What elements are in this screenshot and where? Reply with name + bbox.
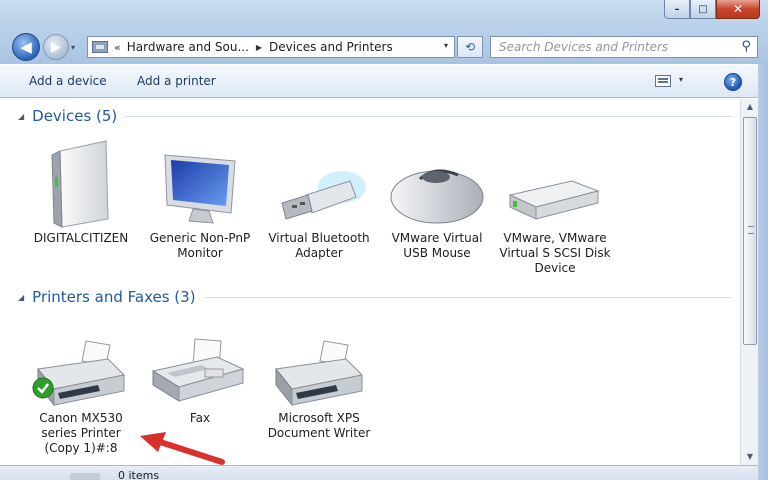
printer-item[interactable]: Microsoft XPS Document Writer — [262, 315, 376, 441]
close-icon: ✕ — [732, 2, 744, 16]
control-panel-icon — [92, 41, 108, 53]
printer-icon — [275, 340, 364, 407]
bluetooth-adapter-icon — [281, 171, 366, 220]
device-label: VMware, VMware Virtual S SCSI Disk Devic… — [499, 231, 611, 275]
hard-disk-icon — [508, 180, 600, 220]
minimize-button[interactable]: – — [664, 0, 690, 19]
close-button[interactable]: ✕ — [716, 0, 760, 19]
maximize-icon: □ — [698, 3, 708, 15]
search-input[interactable] — [499, 40, 727, 54]
annotation-arrow-icon — [140, 432, 225, 465]
devices-pane: ◢ Devices (5) DIGITALCITIZEN Generic Non… — [0, 99, 740, 465]
group-title-devices: Devices (5) — [32, 107, 118, 125]
device-label: DIGITALCITIZEN — [33, 231, 129, 245]
scrollbar-thumb[interactable] — [743, 117, 757, 345]
group-divider — [125, 115, 732, 117]
maximize-button[interactable]: □ — [690, 0, 716, 19]
vertical-scrollbar[interactable]: ▲ ▼ — [740, 99, 758, 465]
back-button[interactable]: ◀ — [12, 33, 40, 61]
printer-label: Fax — [189, 411, 211, 425]
collapse-icon[interactable]: ◢ — [18, 293, 24, 302]
add-device-button[interactable]: Add a device — [29, 74, 107, 88]
group-title-printers: Printers and Faxes (3) — [32, 288, 196, 306]
item-count: 0 items — [118, 469, 160, 480]
mouse-icon — [390, 169, 484, 224]
breadcrumb-overflow[interactable]: « — [114, 41, 121, 54]
device-label: VMware Virtual USB Mouse — [391, 231, 483, 260]
arrow-left-icon: ◀ — [20, 38, 32, 56]
refresh-icon: ⟲ — [464, 40, 476, 54]
status-bar: 0 items — [0, 465, 758, 480]
add-printer-button[interactable]: Add a printer — [137, 74, 216, 88]
view-options-dropdown-icon[interactable]: ▾ — [679, 75, 683, 84]
window-frame-right — [758, 64, 768, 480]
fax-icon — [151, 338, 245, 402]
device-item[interactable]: DIGITALCITIZEN — [24, 135, 138, 246]
breadcrumb-devices-and-printers[interactable]: Devices and Printers — [269, 40, 393, 54]
minimize-icon: – — [674, 3, 680, 15]
refresh-button[interactable]: ⟲ — [457, 36, 483, 58]
command-bar: Add a device Add a printer ▾ ? — [0, 64, 768, 98]
device-item[interactable]: VMware Virtual USB Mouse — [380, 135, 494, 261]
arrow-right-icon: ▶ — [51, 39, 61, 55]
printer-item[interactable]: Fax — [143, 315, 257, 426]
forward-button[interactable]: ▶ — [43, 34, 69, 60]
change-view-icon[interactable] — [655, 75, 671, 87]
breadcrumb-hardware-and-sound[interactable]: Hardware and Sou... — [127, 40, 249, 54]
scroll-down-icon[interactable]: ▼ — [741, 449, 759, 465]
device-label: Virtual Bluetooth Adapter — [268, 231, 370, 260]
monitor-icon — [164, 154, 236, 224]
recent-pages-dropdown[interactable]: ▾ — [71, 43, 75, 52]
printer-label: Microsoft XPS Document Writer — [267, 411, 371, 440]
device-item[interactable]: VMware, VMware Virtual S SCSI Disk Devic… — [498, 135, 612, 276]
address-bar[interactable]: « Hardware and Sou... ▶ Devices and Prin… — [87, 36, 455, 58]
printer-label: Canon MX530 series Printer (Copy 1)#:8 — [39, 411, 123, 455]
group-divider — [203, 296, 732, 298]
breadcrumb-separator-icon[interactable]: ▶ — [256, 43, 262, 52]
device-item[interactable]: Generic Non-PnP Monitor — [143, 135, 257, 261]
address-dropdown-icon[interactable]: ▾ — [444, 41, 448, 50]
search-icon[interactable]: ⚲ — [741, 39, 751, 54]
computer-tower-icon — [51, 140, 109, 228]
help-icon[interactable]: ? — [724, 73, 742, 91]
device-label: Generic Non-PnP Monitor — [149, 231, 251, 260]
group-header-devices[interactable]: ◢ Devices (5) — [18, 107, 732, 125]
search-box[interactable]: ⚲ — [490, 36, 758, 58]
window-controls: – □ ✕ — [664, 0, 760, 19]
grip-icon — [748, 226, 754, 234]
default-printer-check-icon — [32, 377, 54, 399]
group-header-printers[interactable]: ◢ Printers and Faxes (3) — [18, 288, 732, 306]
printer-item[interactable]: Canon MX530 series Printer (Copy 1)#:8 — [24, 315, 138, 456]
details-pane-icon — [70, 473, 100, 480]
scroll-up-icon[interactable]: ▲ — [741, 99, 759, 115]
collapse-icon[interactable]: ◢ — [18, 112, 24, 121]
device-item[interactable]: Virtual Bluetooth Adapter — [262, 135, 376, 261]
window-titlebar: – □ ✕ ◀ ▶ ▾ « Hardware and Sou... ▶ Devi… — [0, 0, 768, 64]
